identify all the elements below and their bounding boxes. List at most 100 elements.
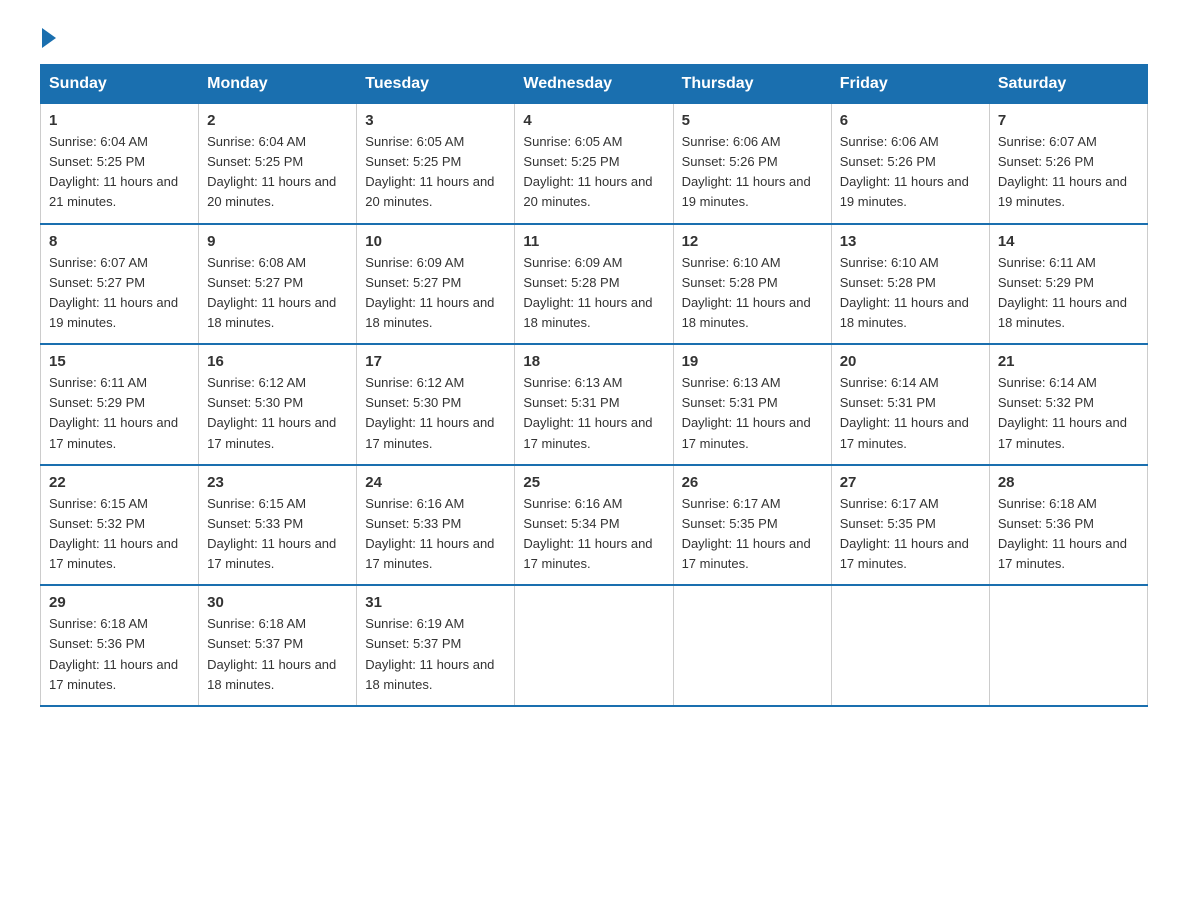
day-number: 25 xyxy=(523,474,664,491)
calendar-cell: 31 Sunrise: 6:19 AMSunset: 5:37 PMDayligh… xyxy=(357,585,515,706)
day-number: 19 xyxy=(682,353,823,370)
day-info: Sunrise: 6:18 AMSunset: 5:36 PMDaylight:… xyxy=(49,616,178,691)
calendar-cell: 3 Sunrise: 6:05 AMSunset: 5:25 PMDaylight… xyxy=(357,104,515,224)
calendar-cell xyxy=(673,585,831,706)
day-number: 10 xyxy=(365,233,506,250)
day-info: Sunrise: 6:17 AMSunset: 5:35 PMDaylight:… xyxy=(840,496,969,571)
calendar-cell: 18 Sunrise: 6:13 AMSunset: 5:31 PMDayligh… xyxy=(515,344,673,465)
calendar-cell: 7 Sunrise: 6:07 AMSunset: 5:26 PMDaylight… xyxy=(989,104,1147,224)
day-number: 13 xyxy=(840,233,981,250)
calendar-cell: 13 Sunrise: 6:10 AMSunset: 5:28 PMDayligh… xyxy=(831,224,989,345)
day-number: 14 xyxy=(998,233,1139,250)
day-number: 21 xyxy=(998,353,1139,370)
weekday-header-sunday: Sunday xyxy=(41,65,199,104)
day-number: 7 xyxy=(998,112,1139,129)
day-number: 3 xyxy=(365,112,506,129)
calendar-cell: 6 Sunrise: 6:06 AMSunset: 5:26 PMDaylight… xyxy=(831,104,989,224)
day-number: 26 xyxy=(682,474,823,491)
day-info: Sunrise: 6:17 AMSunset: 5:35 PMDaylight:… xyxy=(682,496,811,571)
calendar-cell: 14 Sunrise: 6:11 AMSunset: 5:29 PMDayligh… xyxy=(989,224,1147,345)
calendar-cell: 19 Sunrise: 6:13 AMSunset: 5:31 PMDayligh… xyxy=(673,344,831,465)
day-info: Sunrise: 6:15 AMSunset: 5:33 PMDaylight:… xyxy=(207,496,336,571)
day-info: Sunrise: 6:14 AMSunset: 5:32 PMDaylight:… xyxy=(998,375,1127,450)
day-number: 1 xyxy=(49,112,190,129)
day-info: Sunrise: 6:09 AMSunset: 5:27 PMDaylight:… xyxy=(365,255,494,330)
day-info: Sunrise: 6:04 AMSunset: 5:25 PMDaylight:… xyxy=(207,134,336,209)
weekday-header-wednesday: Wednesday xyxy=(515,65,673,104)
day-info: Sunrise: 6:19 AMSunset: 5:37 PMDaylight:… xyxy=(365,616,494,691)
day-number: 29 xyxy=(49,594,190,611)
calendar-week-row: 1 Sunrise: 6:04 AMSunset: 5:25 PMDaylight… xyxy=(41,104,1148,224)
day-info: Sunrise: 6:08 AMSunset: 5:27 PMDaylight:… xyxy=(207,255,336,330)
day-info: Sunrise: 6:06 AMSunset: 5:26 PMDaylight:… xyxy=(840,134,969,209)
day-info: Sunrise: 6:06 AMSunset: 5:26 PMDaylight:… xyxy=(682,134,811,209)
calendar-week-row: 15Sunrise: 6:11 AMSunset: 5:29 PMDayligh… xyxy=(41,344,1148,465)
calendar-cell: 26 Sunrise: 6:17 AMSunset: 5:35 PMDayligh… xyxy=(673,465,831,586)
day-number: 12 xyxy=(682,233,823,250)
logo-arrow-icon xyxy=(42,28,56,48)
calendar-cell: 12 Sunrise: 6:10 AMSunset: 5:28 PMDayligh… xyxy=(673,224,831,345)
weekday-header-monday: Monday xyxy=(199,65,357,104)
day-info: Sunrise: 6:18 AMSunset: 5:37 PMDaylight:… xyxy=(207,616,336,691)
day-number: 18 xyxy=(523,353,664,370)
day-number: 9 xyxy=(207,233,348,250)
day-info: Sunrise: 6:05 AMSunset: 5:25 PMDaylight:… xyxy=(365,134,494,209)
calendar-cell xyxy=(831,585,989,706)
day-info: Sunrise: 6:13 AMSunset: 5:31 PMDaylight:… xyxy=(523,375,652,450)
day-info: Sunrise: 6:16 AMSunset: 5:33 PMDaylight:… xyxy=(365,496,494,571)
day-info: Sunrise: 6:07 AMSunset: 5:26 PMDaylight:… xyxy=(998,134,1127,209)
day-number: 6 xyxy=(840,112,981,129)
calendar-cell: 5 Sunrise: 6:06 AMSunset: 5:26 PMDaylight… xyxy=(673,104,831,224)
day-info: Sunrise: 6:18 AMSunset: 5:36 PMDaylight:… xyxy=(998,496,1127,571)
calendar-cell: 27 Sunrise: 6:17 AMSunset: 5:35 PMDayligh… xyxy=(831,465,989,586)
weekday-header-tuesday: Tuesday xyxy=(357,65,515,104)
day-info: Sunrise: 6:13 AMSunset: 5:31 PMDaylight:… xyxy=(682,375,811,450)
day-info: Sunrise: 6:05 AMSunset: 5:25 PMDaylight:… xyxy=(523,134,652,209)
calendar-cell: 1Sunrise: 6:04 AMSunset: 5:25 PMDaylight… xyxy=(41,104,199,224)
day-info: Sunrise: 6:10 AMSunset: 5:28 PMDaylight:… xyxy=(682,255,811,330)
day-number: 27 xyxy=(840,474,981,491)
calendar-cell xyxy=(989,585,1147,706)
day-info: Sunrise: 6:12 AMSunset: 5:30 PMDaylight:… xyxy=(207,375,336,450)
calendar-cell: 10 Sunrise: 6:09 AMSunset: 5:27 PMDayligh… xyxy=(357,224,515,345)
page-header xyxy=(40,30,1148,44)
day-number: 8 xyxy=(49,233,190,250)
calendar-cell: 8 Sunrise: 6:07 AMSunset: 5:27 PMDaylight… xyxy=(41,224,199,345)
calendar-cell: 16Sunrise: 6:12 AMSunset: 5:30 PMDayligh… xyxy=(199,344,357,465)
calendar-cell: 30 Sunrise: 6:18 AMSunset: 5:37 PMDayligh… xyxy=(199,585,357,706)
weekday-header-saturday: Saturday xyxy=(989,65,1147,104)
calendar-cell: 29 Sunrise: 6:18 AMSunset: 5:36 PMDayligh… xyxy=(41,585,199,706)
day-number: 4 xyxy=(523,112,664,129)
day-info: Sunrise: 6:16 AMSunset: 5:34 PMDaylight:… xyxy=(523,496,652,571)
day-info: Sunrise: 6:12 AMSunset: 5:30 PMDaylight:… xyxy=(365,375,494,450)
day-info: Sunrise: 6:15 AMSunset: 5:32 PMDaylight:… xyxy=(49,496,178,571)
day-number: 31 xyxy=(365,594,506,611)
calendar-cell: 4 Sunrise: 6:05 AMSunset: 5:25 PMDaylight… xyxy=(515,104,673,224)
day-number: 5 xyxy=(682,112,823,129)
calendar-cell: 28 Sunrise: 6:18 AMSunset: 5:36 PMDayligh… xyxy=(989,465,1147,586)
day-info: Sunrise: 6:14 AMSunset: 5:31 PMDaylight:… xyxy=(840,375,969,450)
day-number: 28 xyxy=(998,474,1139,491)
day-number: 11 xyxy=(523,233,664,250)
calendar-cell: 11Sunrise: 6:09 AMSunset: 5:28 PMDayligh… xyxy=(515,224,673,345)
calendar-cell: 23 Sunrise: 6:15 AMSunset: 5:33 PMDayligh… xyxy=(199,465,357,586)
day-number: 17 xyxy=(365,353,506,370)
day-number: 24 xyxy=(365,474,506,491)
calendar-week-row: 8 Sunrise: 6:07 AMSunset: 5:27 PMDaylight… xyxy=(41,224,1148,345)
calendar-table: SundayMondayTuesdayWednesdayThursdayFrid… xyxy=(40,64,1148,707)
day-info: Sunrise: 6:07 AMSunset: 5:27 PMDaylight:… xyxy=(49,255,178,330)
calendar-cell: 2Sunrise: 6:04 AMSunset: 5:25 PMDaylight… xyxy=(199,104,357,224)
weekday-header-friday: Friday xyxy=(831,65,989,104)
day-info: Sunrise: 6:11 AMSunset: 5:29 PMDaylight:… xyxy=(998,255,1127,330)
logo xyxy=(40,30,56,44)
calendar-cell: 22Sunrise: 6:15 AMSunset: 5:32 PMDayligh… xyxy=(41,465,199,586)
calendar-cell: 21 Sunrise: 6:14 AMSunset: 5:32 PMDayligh… xyxy=(989,344,1147,465)
calendar-cell: 25 Sunrise: 6:16 AMSunset: 5:34 PMDayligh… xyxy=(515,465,673,586)
day-info: Sunrise: 6:11 AMSunset: 5:29 PMDaylight:… xyxy=(49,375,178,450)
day-info: Sunrise: 6:10 AMSunset: 5:28 PMDaylight:… xyxy=(840,255,969,330)
calendar-week-row: 29 Sunrise: 6:18 AMSunset: 5:36 PMDayligh… xyxy=(41,585,1148,706)
calendar-cell: 24 Sunrise: 6:16 AMSunset: 5:33 PMDayligh… xyxy=(357,465,515,586)
calendar-cell: 15Sunrise: 6:11 AMSunset: 5:29 PMDayligh… xyxy=(41,344,199,465)
day-number: 30 xyxy=(207,594,348,611)
day-number: 23 xyxy=(207,474,348,491)
